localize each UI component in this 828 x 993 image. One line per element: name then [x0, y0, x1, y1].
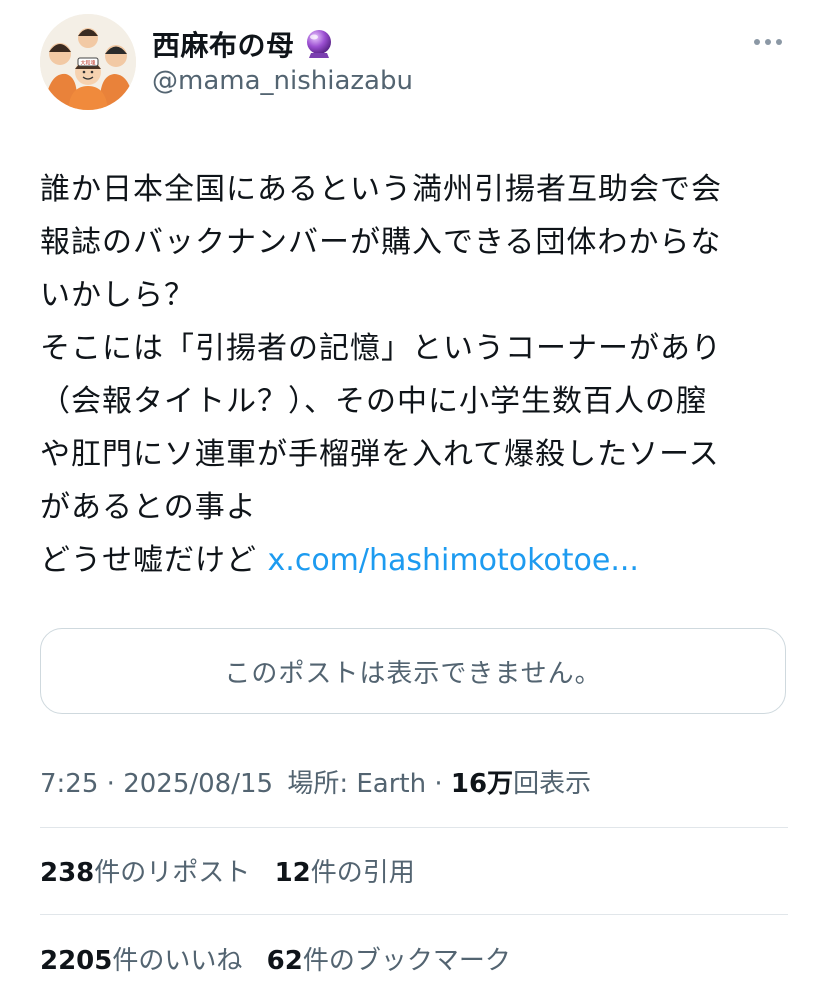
post-last-line: どうせ嘘だけど x.com/hashimotokotoe...	[40, 534, 800, 587]
post-header: 大和魂 西麻布の母 @mama_nishiazabu	[0, 0, 828, 120]
post-line: があるとの事よ	[40, 490, 257, 525]
likes-count: 2205	[40, 946, 113, 976]
svg-text:大和魂: 大和魂	[80, 60, 95, 67]
meta-separator: ·	[106, 769, 124, 799]
post-meta: 7:25 · 2025/08/15 場所: Earth · 16万回表示	[40, 763, 591, 800]
reposts-stat[interactable]: 238件のリポスト	[40, 852, 250, 889]
quotes-count: 12	[274, 858, 311, 888]
unavailable-quote-card: このポストは表示できません。	[40, 628, 786, 714]
post-line: （会報タイトル？）、その中に小学生数百人の膣	[40, 384, 707, 419]
likes-stat[interactable]: 2205件のいいね	[40, 940, 242, 977]
reposts-label: 件のリポスト	[94, 858, 251, 888]
likes-label: 件のいいね	[112, 946, 243, 976]
bookmarks-count: 62	[266, 946, 303, 976]
name-row: 西麻布の母	[152, 24, 335, 64]
views-label: 回表示	[513, 769, 592, 799]
post-link[interactable]: x.com/hashimotokotoe...	[268, 543, 639, 578]
post-line: 誰か日本全国にあるという満州引揚者互助会で会	[40, 172, 722, 207]
post-time[interactable]: 7:25	[40, 769, 98, 799]
meta-separator: ·	[434, 769, 451, 799]
post-line: や肛門にソ連軍が手榴弾を入れて爆殺したソース	[40, 437, 720, 472]
views-unit: 万	[487, 769, 514, 799]
avatar[interactable]: 大和魂	[40, 14, 136, 110]
bookmarks-stat[interactable]: 62件のブックマーク	[267, 940, 511, 977]
user-handle[interactable]: @mama_nishiazabu	[152, 66, 413, 96]
post-line-prefix: どうせ嘘だけど	[40, 543, 268, 578]
post-line: そこには「引揚者の記憶」というコーナーがあり	[40, 331, 722, 366]
crystal-ball-icon	[306, 30, 331, 58]
divider	[40, 827, 788, 828]
display-name[interactable]: 西麻布の母	[152, 24, 295, 64]
post-text: 誰か日本全国にあるという満州引揚者互助会で会 報誌のバックナンバーが購入できる団…	[40, 163, 800, 587]
like-stats-row: 2205件のいいね 62件のブックマーク	[40, 940, 527, 977]
post-line: 報誌のバックナンバーが購入できる団体わからな	[40, 225, 722, 260]
avatar-illustration: 大和魂	[40, 14, 136, 110]
divider	[40, 914, 788, 915]
quotes-stat[interactable]: 12件の引用	[275, 852, 415, 889]
bookmarks-label: 件のブックマーク	[302, 946, 511, 976]
reposts-count: 238	[40, 858, 95, 888]
post-location: 場所: Earth	[287, 769, 427, 799]
more-options-icon[interactable]	[748, 30, 788, 54]
repost-stats-row: 238件のリポスト 12件の引用	[40, 852, 431, 889]
views-count: 16	[450, 769, 488, 799]
quotes-label: 件の引用	[310, 858, 415, 888]
post-date[interactable]: 2025/08/15	[123, 769, 273, 799]
post-line: いかしら？	[40, 278, 195, 313]
